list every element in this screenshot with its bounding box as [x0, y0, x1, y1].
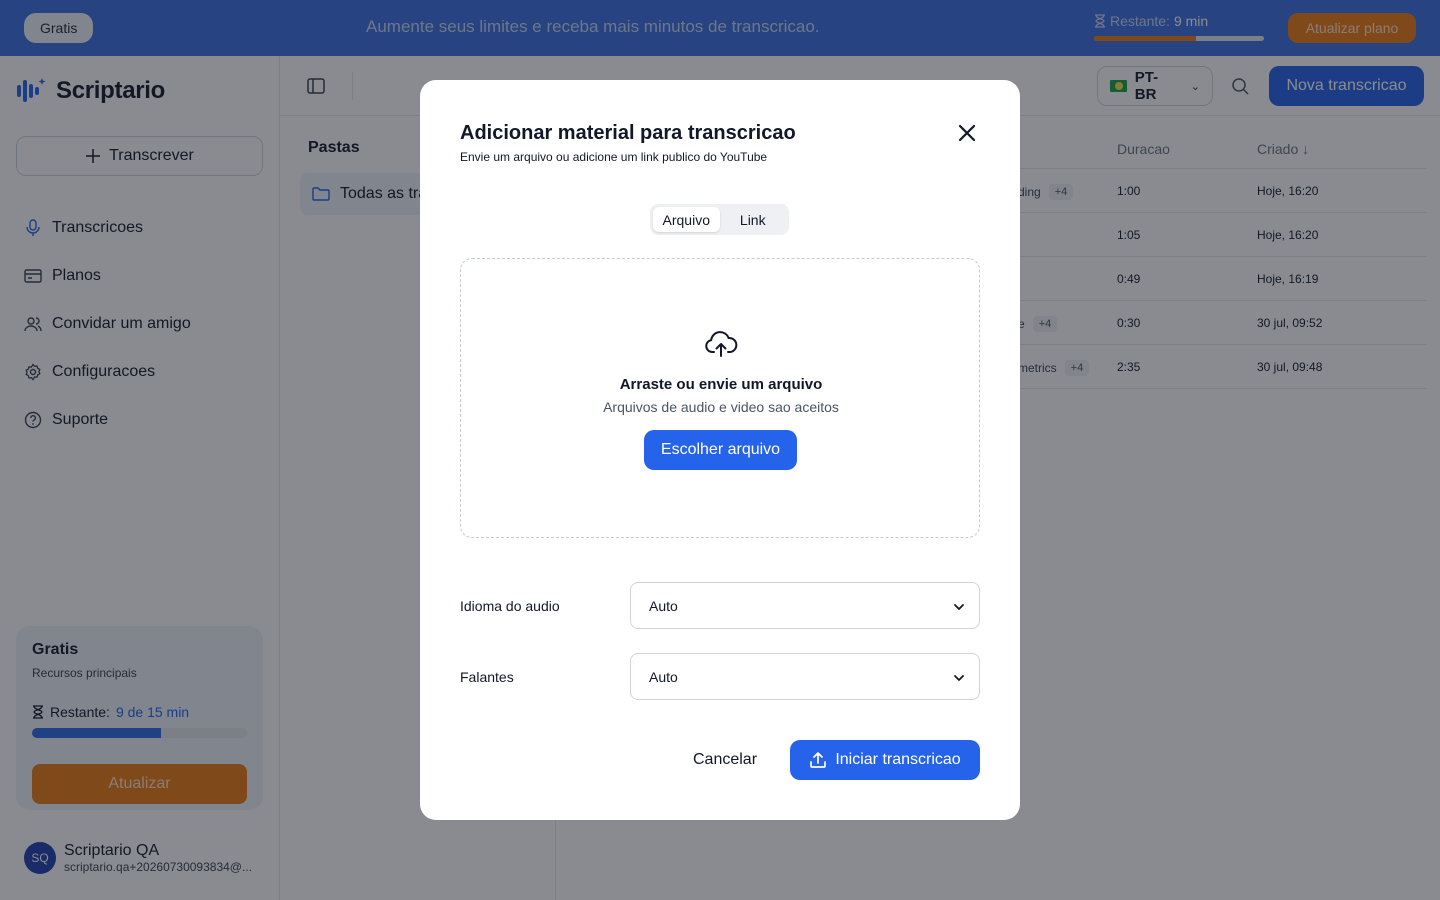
dropzone-subtitle: Arquivos de audio e video sao aceitos [603, 399, 839, 415]
audio-language-value: Auto [649, 597, 678, 614]
start-transcription-label: Iniciar transcricao [835, 751, 961, 768]
upload-icon [810, 752, 827, 768]
dialog-subtitle: Envie um arquivo ou adicione um link pub… [460, 150, 768, 164]
chevron-down-icon [954, 604, 964, 610]
choose-file-button[interactable]: Escolher arquivo [644, 430, 797, 470]
language-label: Idioma do audio [460, 598, 560, 614]
speakers-label: Falantes [460, 669, 514, 685]
add-material-dialog: Adicionar material para transcricao Envi… [420, 80, 1020, 820]
chevron-down-icon [954, 675, 964, 681]
tab-arquivo[interactable]: Arquivo [653, 207, 720, 232]
speakers-value: Auto [649, 668, 678, 685]
start-transcription-button[interactable]: Iniciar transcricao [790, 740, 980, 780]
file-dropzone[interactable]: Arraste ou envie um arquivo Arquivos de … [460, 258, 980, 538]
cancel-button[interactable]: Cancelar [684, 740, 766, 780]
tab-link[interactable]: Link [720, 207, 787, 232]
close-icon[interactable] [956, 122, 978, 144]
dropzone-title: Arraste ou envie um arquivo [619, 376, 823, 393]
dialog-title: Adicionar material para transcricao [460, 122, 796, 144]
speakers-select[interactable]: Auto [630, 653, 980, 700]
cloud-upload-icon [705, 331, 738, 357]
source-tabs: Arquivo Link [650, 204, 789, 235]
audio-language-select[interactable]: Auto [630, 582, 980, 629]
